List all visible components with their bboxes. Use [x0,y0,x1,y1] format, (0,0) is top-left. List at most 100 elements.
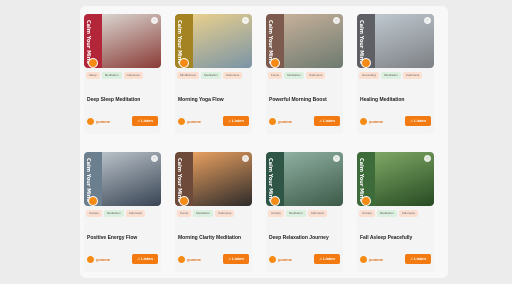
tag-list: Focus Meditation Calmness [268,72,341,90]
sun-icon [88,58,98,68]
card-thumbnail[interactable]: Calm Your Mind ♡ [357,152,434,206]
brand-logo-icon [87,256,94,263]
brand: yumme [178,117,201,126]
listen-button[interactable]: ♫ Listen [314,254,340,264]
brand-logo-icon [87,118,94,125]
heart-icon[interactable]: ♡ [333,155,340,162]
brand-logo-icon [269,118,276,125]
tag: Sleep [86,72,100,79]
heart-icon[interactable]: ♡ [424,155,431,162]
tag: Calmness [307,210,328,217]
heart-icon[interactable]: ♡ [242,155,249,162]
card-title: Positive Energy Flow [87,235,138,241]
card-thumbnail[interactable]: Calm Your Mind ♡ [266,152,343,206]
listen-label: Listen [232,256,244,261]
tag: Calmness [215,210,235,217]
tag: Meditation [201,72,221,79]
card-thumbnail[interactable]: Calm Your Mind ♡ [357,14,434,68]
band-text: Calm Your Mind [85,158,91,202]
heart-icon[interactable]: ♡ [424,17,431,24]
tag: Meditation [193,210,214,217]
listen-label: Listen [232,118,244,123]
brand: yumme [269,117,292,126]
tag: Calmness [125,210,146,217]
listen-label: Listen [141,256,153,261]
card-thumbnail[interactable]: Calm Your Mind ♡ [175,152,252,206]
tag: Calmness [398,210,419,217]
listen-button[interactable]: ♫ Listen [223,254,249,264]
tag: Meditation [381,72,401,79]
tag-list: Grounding Meditation Calmness [359,72,432,90]
course-grid-panel: Calm Your Mind ♡ Sleep Meditation Calmne… [80,6,448,278]
card-thumbnail[interactable]: Calm Your Mind ♡ [84,152,161,206]
audio-card[interactable]: Calm Your Mind ♡ Anxiety Meditation Calm… [266,152,343,272]
audio-card[interactable]: Calm Your Mind ♡ Focus Meditation Calmne… [175,152,252,272]
listen-button[interactable]: ♫ Listen [405,254,431,264]
tag-list: Focus Meditation Calmness [177,210,250,228]
sun-icon [179,196,189,206]
tag: Meditation [284,72,305,79]
brand: yumme [360,117,383,126]
brand-logo-icon [360,118,367,125]
tag: Focus [268,72,283,79]
listen-label: Listen [323,118,335,123]
card-thumbnail[interactable]: Calm Your Mind ♡ [175,14,252,68]
listen-button[interactable]: ♫ Listen [132,254,158,264]
tag: Meditation [101,72,122,79]
card-title: Fall Asleep Peacefully [360,235,413,241]
listen-label: Listen [141,118,153,123]
audio-card[interactable]: Calm Your Mind ♡ Mindfulness Meditation … [175,14,252,134]
brand-logo-icon [178,256,185,263]
band-text: Calm Your Mind [358,158,364,202]
band-text: Calm Your Mind [176,158,182,202]
audio-card[interactable]: Calm Your Mind ♡ Anxiety Meditation Calm… [84,152,161,272]
listen-button[interactable]: ♫ Listen [223,116,249,126]
audio-card[interactable]: Calm Your Mind ♡ Focus Meditation Calmne… [266,14,343,134]
brand-name: yumme [278,257,293,262]
brand-logo-icon [360,256,367,263]
listen-button[interactable]: ♫ Listen [405,116,431,126]
tag: Calmness [402,72,423,79]
card-thumbnail[interactable]: Calm Your Mind ♡ [84,14,161,68]
tag: Anxiety [268,210,284,217]
tag-list: Anxiety Meditation Calmness [268,210,341,228]
listen-button[interactable]: ♫ Listen [314,116,340,126]
listen-label: Listen [323,256,335,261]
sun-icon [179,58,189,68]
card-title: Morning Clarity Meditation [178,235,242,241]
listen-button[interactable]: ♫ Listen [132,116,158,126]
brand: yumme [360,255,383,264]
sun-icon [361,58,371,68]
heart-icon[interactable]: ♡ [151,17,158,24]
brand-name: yumme [187,119,202,124]
listen-label: Listen [414,118,426,123]
heart-icon[interactable]: ♡ [151,155,158,162]
band-text: Calm Your Mind [358,20,364,64]
tag-list: Sleep Meditation Calmness [86,72,159,90]
audio-card[interactable]: Calm Your Mind ♡ Anxiety Meditation Calm… [357,152,434,272]
audio-card[interactable]: Calm Your Mind ♡ Sleep Meditation Calmne… [84,14,161,134]
band-text: Calm Your Mind [267,20,273,64]
tag: Mindfulness [177,72,200,79]
sun-icon [270,58,280,68]
tag: Meditation [285,210,306,217]
tag-list: Anxiety Meditation Calmness [86,210,159,228]
tag: Calmness [222,72,243,79]
audio-card[interactable]: Calm Your Mind ♡ Grounding Meditation Ca… [357,14,434,134]
card-thumbnail[interactable]: Calm Your Mind ♡ [266,14,343,68]
tag: Meditation [376,210,397,217]
brand: yumme [178,255,201,264]
brand-logo-icon [178,118,185,125]
brand-name: yumme [96,119,111,124]
band-text: Calm Your Mind [267,158,273,202]
heart-icon[interactable]: ♡ [333,17,340,24]
tag: Focus [177,210,192,217]
tag: Grounding [359,72,380,79]
tag: Anxiety [359,210,375,217]
tag-list: Anxiety Meditation Calmness [359,210,432,228]
heart-icon[interactable]: ♡ [242,17,249,24]
brand-name: yumme [369,119,384,124]
band-text: Calm Your Mind [85,20,91,64]
brand-logo-icon [269,256,276,263]
brand: yumme [87,255,110,264]
